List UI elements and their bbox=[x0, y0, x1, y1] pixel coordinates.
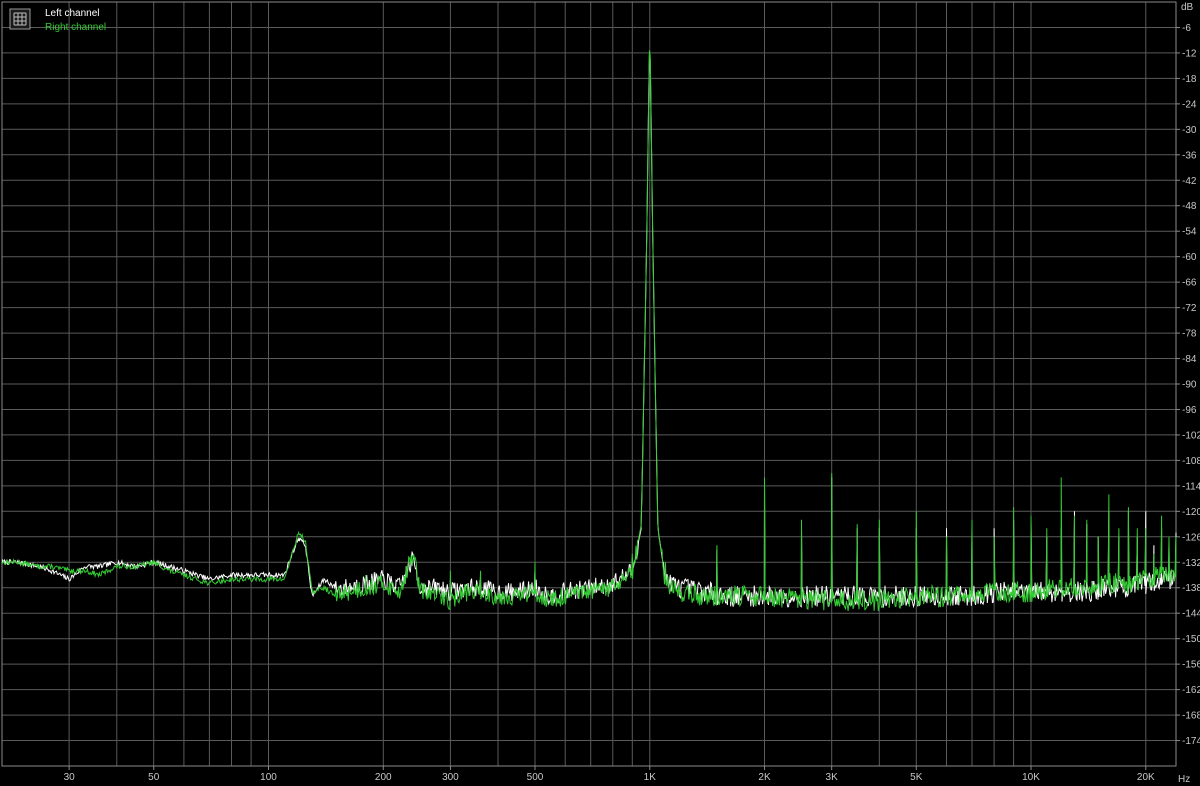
y-tick-label: -108 bbox=[1182, 456, 1200, 467]
x-tick-label: 10K bbox=[1022, 772, 1040, 783]
y-tick-label: -132 bbox=[1182, 558, 1200, 569]
x-tick-label: 200 bbox=[375, 772, 392, 783]
y-tick-label: -72 bbox=[1182, 303, 1197, 314]
y-tick-label: -162 bbox=[1182, 685, 1200, 696]
y-tick-label: -96 bbox=[1182, 405, 1197, 416]
y-tick-label: -102 bbox=[1182, 430, 1200, 441]
left-channel-line bbox=[1, 54, 1177, 609]
y-tick-label: -78 bbox=[1182, 329, 1197, 340]
x-tick-label: 1K bbox=[644, 772, 657, 783]
x-tick-label: 5K bbox=[910, 772, 923, 783]
y-tick-label: -18 bbox=[1182, 74, 1197, 85]
legend-right-channel: Right channel bbox=[45, 22, 106, 33]
y-tick-label: -144 bbox=[1182, 609, 1200, 620]
y-tick-label: -84 bbox=[1182, 354, 1197, 365]
legend-grid-icon bbox=[9, 8, 31, 30]
y-tick-label: -168 bbox=[1182, 711, 1200, 722]
x-axis-unit: Hz bbox=[1178, 774, 1190, 785]
x-tick-label: 20K bbox=[1137, 772, 1155, 783]
y-tick-label: -174 bbox=[1182, 736, 1200, 747]
y-tick-label: -24 bbox=[1182, 99, 1197, 110]
y-axis-ticks: -6 -12 -18 -24 -30 -36 -42 -48 -54 -60 -66 -72 -78 -8… bbox=[1176, 23, 1200, 747]
x-tick-label: 500 bbox=[527, 772, 544, 783]
x-tick-label: 300 bbox=[442, 772, 459, 783]
grid-lines bbox=[1, 1, 1177, 767]
y-tick-label: -156 bbox=[1182, 660, 1200, 671]
x-tick-label: 30 bbox=[64, 772, 76, 783]
legend: Left channel Right channel bbox=[9, 8, 106, 33]
y-tick-label: -6 bbox=[1182, 23, 1191, 34]
x-tick-label: 2K bbox=[758, 772, 771, 783]
right-channel-series bbox=[1, 50, 1177, 612]
y-tick-label: -54 bbox=[1182, 227, 1197, 238]
spectrum-chart: -6 -12 -18 -24 -30 -36 -42 -48 -54 -60 -66 -72 -78 -8… bbox=[1, 1, 1200, 785]
y-tick-label: -36 bbox=[1182, 150, 1197, 161]
x-tick-label: 3K bbox=[826, 772, 839, 783]
x-tick-label: 50 bbox=[148, 772, 160, 783]
y-tick-label: -12 bbox=[1182, 48, 1197, 59]
y-tick-label: -126 bbox=[1182, 532, 1200, 543]
y-tick-label: -150 bbox=[1182, 634, 1200, 645]
right-channel-line bbox=[1, 50, 1177, 612]
y-tick-label: -60 bbox=[1182, 252, 1197, 263]
y-tick-label: -66 bbox=[1182, 278, 1197, 289]
y-tick-label: -30 bbox=[1182, 125, 1197, 136]
x-tick-label: 100 bbox=[260, 772, 277, 783]
legend-left-channel: Left channel bbox=[45, 8, 100, 19]
y-tick-label: -138 bbox=[1182, 583, 1200, 594]
y-tick-label: -42 bbox=[1182, 176, 1197, 187]
y-tick-label: -114 bbox=[1182, 481, 1200, 492]
left-channel-series bbox=[1, 54, 1177, 609]
x-axis-ticks: 30 50 100 200 300 500 1K 2K 3K 5K 10K 20K bbox=[64, 766, 1155, 783]
y-tick-label: -90 bbox=[1182, 380, 1197, 391]
y-tick-label: -48 bbox=[1182, 201, 1197, 212]
y-tick-label: -120 bbox=[1182, 507, 1200, 518]
y-axis-unit: dB bbox=[1181, 2, 1194, 13]
